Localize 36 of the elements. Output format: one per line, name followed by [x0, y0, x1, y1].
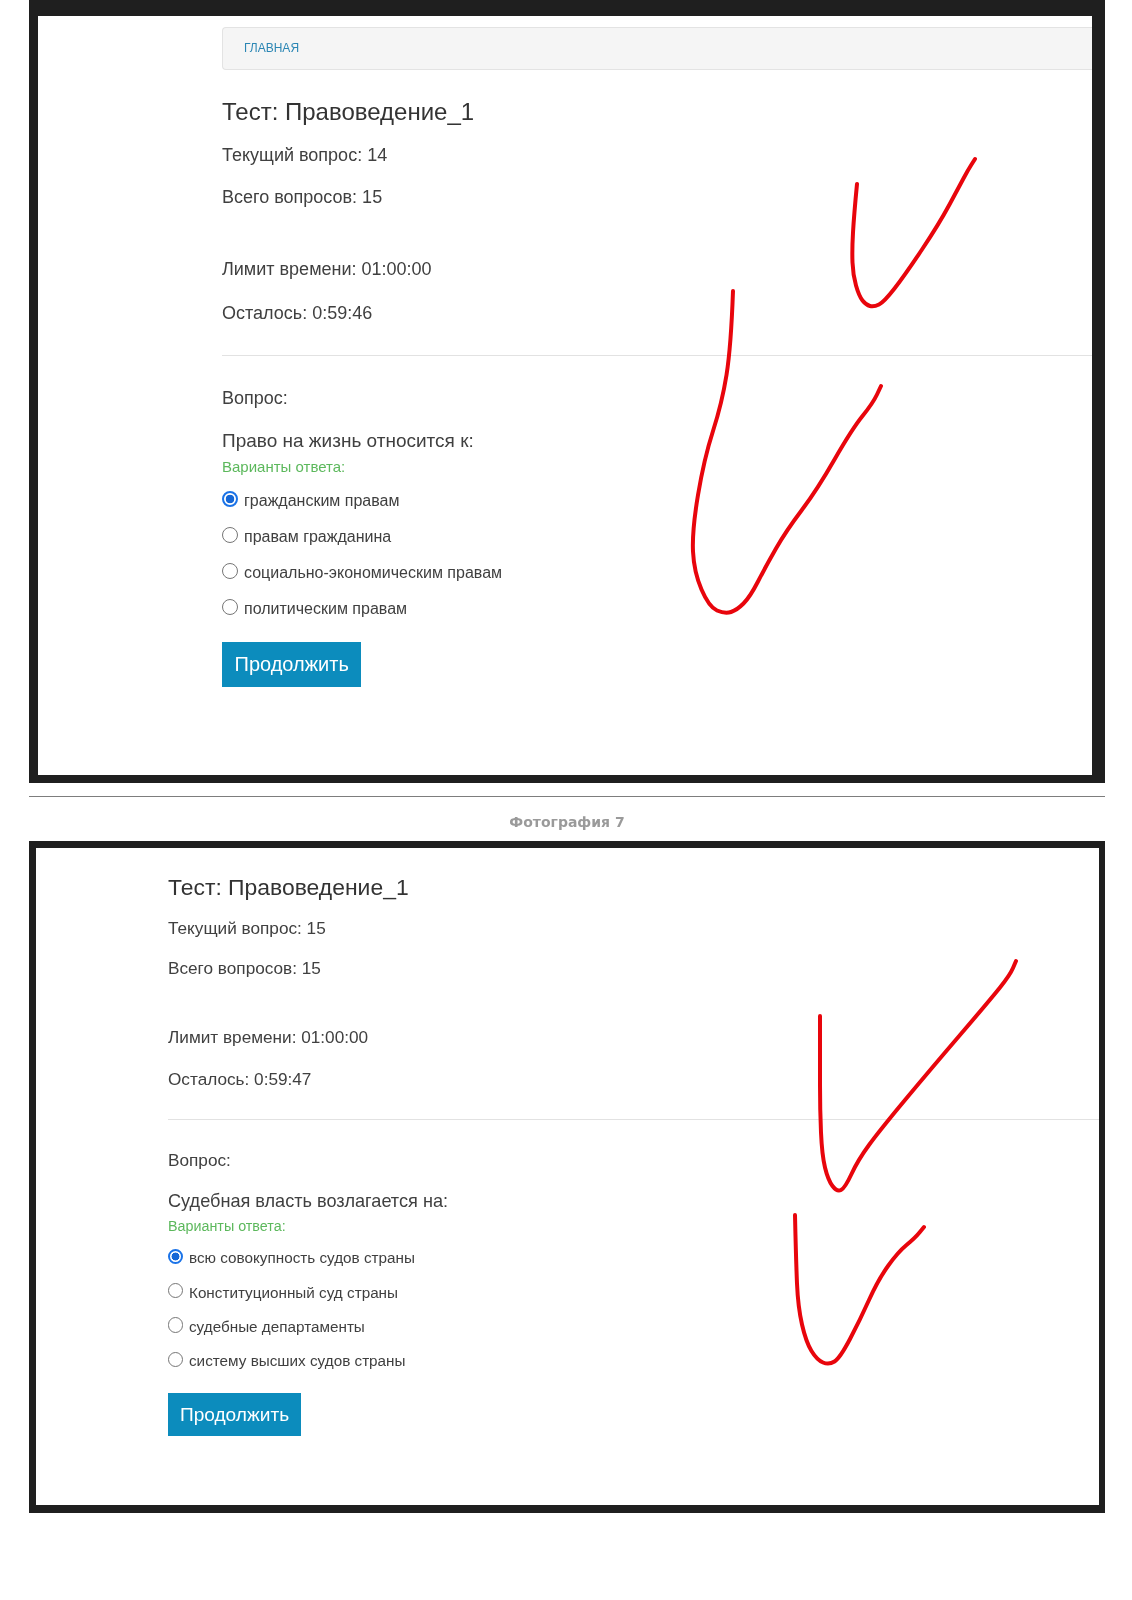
option-label[interactable]: социально-экономическим правам [244, 561, 503, 585]
continue-button[interactable]: Продолжить [168, 1393, 302, 1437]
time-remaining-text: Осталось: 0:59:47 [168, 1067, 312, 1091]
current-question-text: Текущий вопрос: 14 [222, 144, 388, 167]
option-label[interactable]: гражданским правам [244, 489, 400, 513]
answer-options-label: Варианты ответа: [222, 457, 346, 477]
question-heading: Вопрос: [168, 1148, 231, 1172]
question-text: Право на жизнь относится к: [222, 429, 474, 453]
photo-caption: Фотография 7 [509, 813, 625, 832]
total-questions-text: Всего вопросов: 15 [222, 186, 383, 209]
question-heading: Вопрос: [222, 387, 288, 410]
continue-button[interactable]: Продолжить [222, 642, 362, 687]
option-label[interactable]: систему высших судов страны [189, 1350, 406, 1374]
breadcrumb-link[interactable]: ГЛАВНАЯ [244, 41, 300, 56]
question-text: Судебная власть возлагается на: [168, 1189, 448, 1213]
option-label[interactable]: всю совокупность судов страны [189, 1247, 415, 1271]
radio-button[interactable] [222, 598, 238, 615]
radio-button[interactable] [168, 1248, 184, 1264]
radio-button[interactable] [168, 1317, 184, 1333]
radio-button[interactable] [222, 526, 238, 543]
time-remaining-text: Осталось: 0:59:46 [222, 302, 373, 325]
test-title: Тест: Правоведение_1 [168, 872, 409, 902]
radio-button[interactable] [168, 1351, 184, 1367]
time-limit-text: Лимит времени: 01:00:00 [222, 258, 432, 281]
option-label[interactable]: Конституционный суд страны [189, 1281, 399, 1305]
radio-button[interactable] [222, 562, 238, 579]
option-label[interactable]: судебные департаменты [189, 1315, 365, 1339]
radio-button[interactable] [222, 490, 238, 507]
radio-button[interactable] [168, 1282, 184, 1299]
answer-options-label: Варианты ответа: [168, 1216, 286, 1236]
option-label[interactable]: политическим правам [244, 597, 408, 621]
current-question-text: Текущий вопрос: 15 [168, 916, 326, 940]
total-questions-text: Всего вопросов: 15 [168, 956, 321, 980]
option-label[interactable]: правам гражданина [244, 525, 392, 549]
test-title: Тест: Правоведение_1 [222, 97, 475, 127]
time-limit-text: Лимит времени: 01:00:00 [168, 1025, 369, 1049]
